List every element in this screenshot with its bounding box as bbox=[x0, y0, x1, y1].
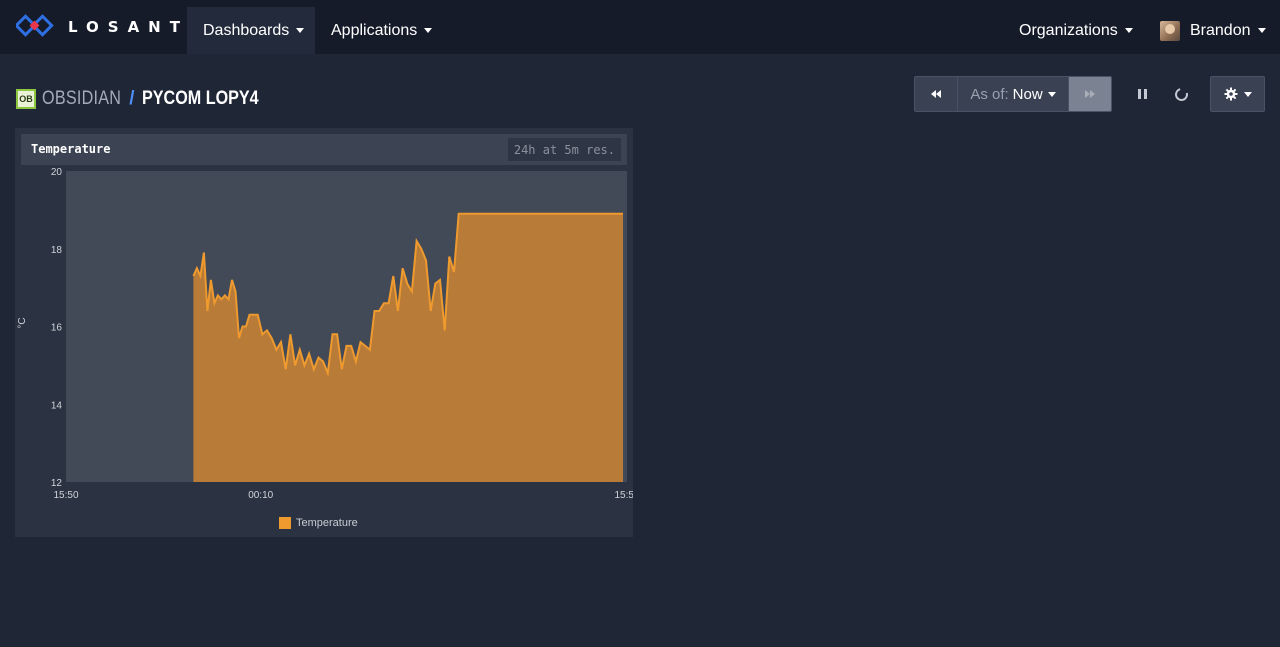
breadcrumb-dashboard: PYCOM LOPY4 bbox=[142, 88, 260, 109]
rewind-icon bbox=[931, 90, 941, 98]
refresh-icon bbox=[1172, 85, 1190, 103]
nav-organizations[interactable]: Organizations bbox=[1003, 7, 1149, 54]
time-controls: As of: Now bbox=[914, 76, 1112, 112]
chevron-down-icon bbox=[296, 28, 305, 33]
widget-resolution: 24h at 5m res. bbox=[507, 138, 621, 161]
rewind-button[interactable] bbox=[914, 76, 958, 112]
widget-header: Temperature 24h at 5m res. bbox=[21, 134, 627, 165]
top-navbar: LOSANT Dashboards Applications Organizat… bbox=[0, 0, 1280, 54]
chevron-down-icon bbox=[1257, 28, 1266, 33]
user-menu[interactable]: Brandon bbox=[1144, 7, 1280, 54]
fast-forward-button[interactable] bbox=[1068, 76, 1112, 112]
avatar bbox=[1160, 20, 1180, 41]
nav-applications[interactable]: Applications bbox=[315, 7, 445, 54]
losant-logo-icon bbox=[16, 14, 54, 37]
nav-dashboards-label: Dashboards bbox=[203, 21, 290, 39]
chart-legend[interactable]: Temperature bbox=[279, 517, 358, 529]
gear-icon bbox=[1224, 87, 1237, 101]
breadcrumb-org[interactable]: OBSIDIAN bbox=[42, 88, 121, 110]
temperature-chart: 20 18 16 14 12 15:50 00:10 15:50 °C bbox=[17, 168, 633, 501]
breadcrumb: OB OBSIDIAN / PYCOM LOPY4 bbox=[16, 86, 280, 112]
widget-title: Temperature bbox=[31, 142, 111, 156]
as-of-label: As of: bbox=[970, 85, 1009, 103]
chevron-down-icon bbox=[424, 28, 433, 33]
x-tick-label: 15:50 bbox=[53, 490, 78, 501]
temperature-widget: Temperature 24h at 5m res. 20 18 16 14 12 15… bbox=[15, 128, 633, 537]
logo-text: LOSANT bbox=[68, 18, 189, 36]
breadcrumb-separator: / bbox=[129, 88, 135, 109]
pause-button[interactable] bbox=[1128, 80, 1156, 108]
org-badge[interactable]: OB bbox=[16, 89, 36, 109]
fast-forward-icon bbox=[1085, 90, 1095, 98]
x-tick-label: 15:50 bbox=[614, 490, 633, 501]
refresh-button[interactable] bbox=[1167, 80, 1195, 108]
y-tick-label: 16 bbox=[51, 323, 63, 334]
as-of-value: Now bbox=[1012, 85, 1043, 103]
y-axis-label: °C bbox=[17, 317, 28, 328]
y-tick-label: 20 bbox=[51, 168, 63, 178]
user-name: Brandon bbox=[1190, 21, 1251, 39]
nav-organizations-label: Organizations bbox=[1019, 21, 1118, 39]
chevron-down-icon bbox=[1124, 28, 1133, 33]
nav-dashboards[interactable]: Dashboards bbox=[187, 7, 315, 54]
y-tick-label: 14 bbox=[51, 400, 63, 411]
chevron-down-icon bbox=[1047, 91, 1056, 97]
pause-icon bbox=[1137, 89, 1147, 99]
settings-group bbox=[1210, 76, 1265, 112]
legend-swatch-temperature bbox=[279, 517, 291, 529]
y-tick-label: 18 bbox=[51, 245, 63, 256]
legend-label-temperature: Temperature bbox=[296, 517, 358, 529]
settings-dropdown[interactable] bbox=[1210, 76, 1265, 112]
as-of-dropdown[interactable]: As of: Now bbox=[958, 76, 1068, 112]
chevron-down-icon bbox=[1243, 91, 1252, 97]
losant-logo[interactable]: LOSANT bbox=[16, 14, 189, 40]
y-tick-label: 12 bbox=[51, 478, 63, 489]
x-tick-label: 00:10 bbox=[248, 490, 273, 501]
nav-applications-label: Applications bbox=[331, 21, 418, 39]
